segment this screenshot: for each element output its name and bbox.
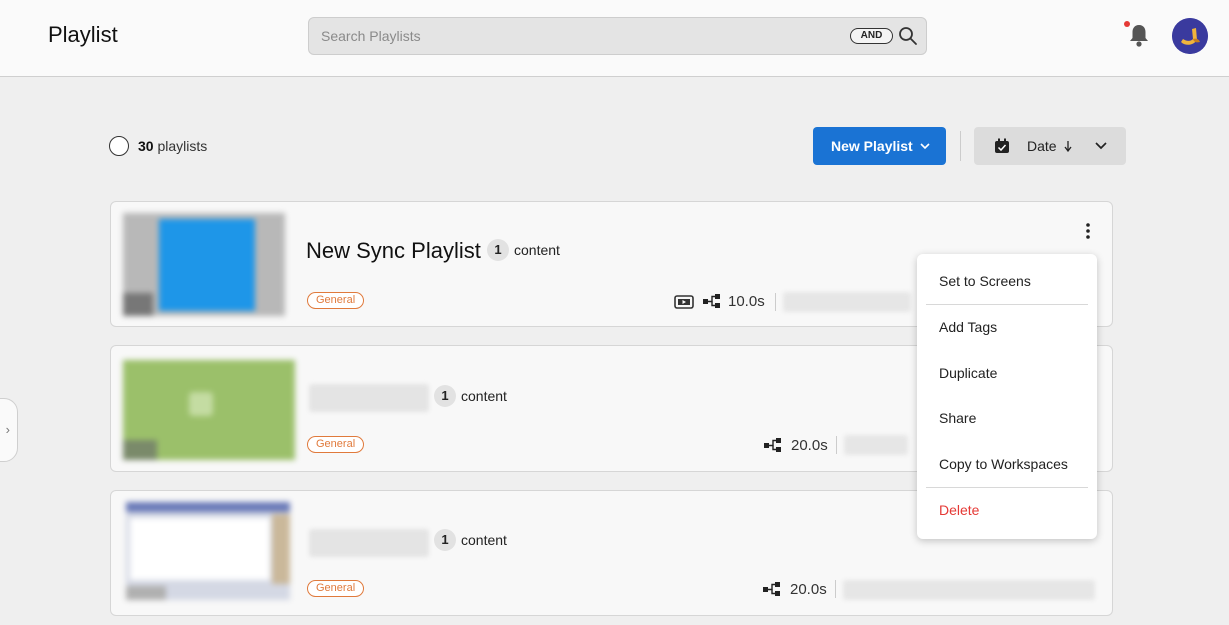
chevron-down-icon — [920, 143, 930, 150]
playlist-duration: 20.0s — [791, 437, 828, 454]
menu-item-copy-to-workspaces[interactable]: Copy to Workspaces — [939, 456, 1068, 472]
menu-item-share[interactable]: Share — [939, 410, 976, 426]
sync-icon — [703, 294, 720, 308]
playlist-context-menu: Set to Screens Add Tags Duplicate Share … — [917, 254, 1097, 539]
redacted-meta — [844, 435, 908, 455]
page-title: Playlist — [48, 22, 118, 47]
search-bar: AND — [308, 17, 927, 55]
playlist-count-number: 30 — [138, 138, 154, 154]
playlist-duration: 10.0s — [728, 293, 765, 310]
tag-badge[interactable]: General — [307, 292, 365, 309]
redacted-meta — [783, 292, 911, 312]
redacted-meta — [843, 580, 1095, 600]
sort-dropdown[interactable]: Date — [974, 127, 1126, 165]
sort-label: Date — [1027, 138, 1057, 154]
menu-item-set-to-screens[interactable]: Set to Screens — [939, 273, 1031, 289]
tag-badge[interactable]: General — [307, 436, 365, 453]
video-icon — [674, 295, 694, 309]
top-bar: Playlist AND — [0, 0, 1229, 77]
sync-icon — [763, 582, 780, 596]
search-mode-toggle[interactable]: AND — [850, 28, 893, 44]
content-count-label: content — [514, 242, 560, 258]
bell-icon[interactable] — [1127, 22, 1151, 48]
chevron-down-icon — [1095, 142, 1107, 150]
content-count-label: content — [461, 388, 507, 404]
meta-divider — [835, 580, 836, 598]
menu-item-add-tags[interactable]: Add Tags — [939, 319, 997, 335]
meta-divider — [775, 293, 776, 311]
playlist-count: 30 playlists — [138, 138, 207, 154]
avatar[interactable] — [1172, 18, 1208, 54]
toolbar-divider — [960, 131, 961, 161]
content-count-badge: 1 — [434, 529, 456, 551]
content-count-badge: 1 — [434, 385, 456, 407]
menu-item-delete[interactable]: Delete — [939, 502, 979, 518]
playlist-thumbnail — [123, 213, 285, 316]
playlist-title-redacted — [309, 529, 429, 557]
search-icon[interactable] — [898, 26, 918, 46]
sort-descending-icon[interactable] — [1064, 141, 1072, 152]
search-input[interactable] — [321, 26, 841, 46]
sidebar-expand-button[interactable]: › — [0, 398, 18, 462]
sync-icon — [764, 438, 781, 452]
chevron-right-icon: › — [5, 422, 10, 437]
playlist-title[interactable]: New Sync Playlist — [306, 238, 481, 264]
content-count-badge: 1 — [487, 239, 509, 261]
content-count-label: content — [461, 532, 507, 548]
menu-divider — [926, 487, 1088, 488]
playlist-thumbnail — [126, 502, 290, 600]
notification-dot — [1124, 21, 1130, 27]
more-options-icon[interactable] — [1085, 222, 1091, 240]
playlist-count-suffix: playlists — [157, 138, 208, 154]
tag-badge[interactable]: General — [307, 580, 365, 597]
playlist-duration: 20.0s — [790, 581, 827, 598]
new-playlist-button[interactable]: New Playlist — [813, 127, 946, 165]
select-all-checkbox[interactable] — [109, 136, 129, 156]
menu-divider — [926, 304, 1088, 305]
menu-item-duplicate[interactable]: Duplicate — [939, 365, 997, 381]
meta-divider — [836, 436, 837, 454]
calendar-icon — [995, 138, 1009, 153]
playlist-title-redacted — [309, 384, 429, 412]
playlist-thumbnail — [123, 360, 295, 460]
new-playlist-label: New Playlist — [831, 138, 913, 154]
